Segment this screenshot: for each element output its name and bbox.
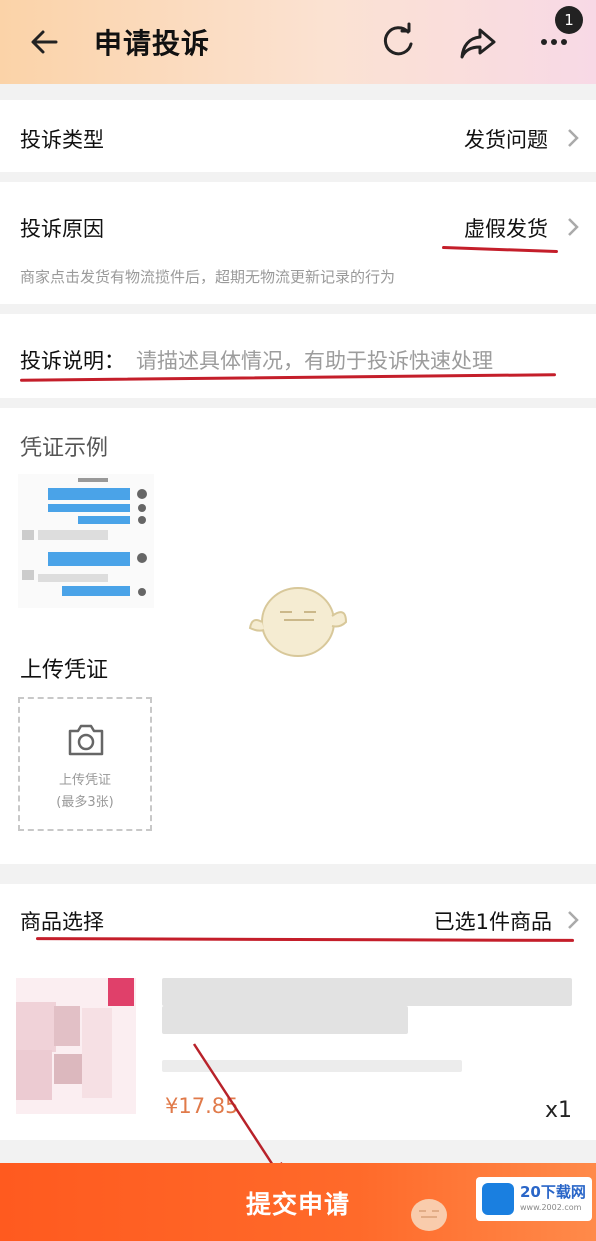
chevron-right-icon — [568, 218, 579, 236]
complaint-reason-row[interactable]: 投诉原因 虚假发货 商家点击发货有物流揽件后，超期无物流更新记录的行为 — [0, 182, 596, 304]
submit-label: 提交申请 — [246, 1190, 351, 1219]
notification-badge: 1 — [555, 6, 583, 34]
app-header: 申请投诉 1 — [0, 0, 596, 84]
complaint-reason-label: 投诉原因 — [20, 217, 104, 241]
product-selection-label: 商品选择 — [20, 910, 104, 934]
complaint-reason-hint: 商家点击发货有物流揽件后，超期无物流更新记录的行为 — [20, 268, 396, 286]
product-thumbnail[interactable] — [16, 978, 136, 1114]
refresh-icon[interactable] — [378, 22, 418, 62]
watermark-logo: 20下载网 www.2002.com — [476, 1177, 592, 1221]
complaint-type-row[interactable]: 投诉类型 发货问题 — [0, 100, 596, 172]
evidence-example-image[interactable] — [18, 474, 154, 608]
back-arrow-icon[interactable] — [26, 24, 62, 60]
complaint-type-value: 发货问题 — [464, 128, 548, 152]
watermark-url: www.2002.com — [520, 1203, 582, 1212]
product-title-redacted — [162, 978, 572, 1006]
submit-button[interactable]: 提交申请 20下载网 www.2002.com — [0, 1163, 596, 1241]
mascot-watermark-icon — [411, 1199, 447, 1231]
upload-evidence-title: 上传凭证 — [20, 658, 109, 683]
annotation-underline — [441, 245, 559, 254]
share-icon[interactable] — [458, 22, 498, 62]
complaint-desc-label: 投诉说明： — [20, 349, 125, 373]
annotation-underline — [35, 937, 575, 942]
upload-evidence-button[interactable]: 上传凭证 (最多3张) — [18, 697, 152, 831]
camera-icon — [68, 724, 104, 756]
complaint-desc-row: 投诉说明： 请描述具体情况，有助于投诉快速处理 — [0, 314, 596, 398]
product-title-redacted — [162, 1006, 408, 1034]
chevron-right-icon — [568, 911, 579, 929]
complaint-reason-value: 虚假发货 — [464, 217, 548, 241]
complaint-desc-input[interactable]: 请描述具体情况，有助于投诉快速处理 — [136, 345, 493, 375]
evidence-example-title: 凭证示例 — [20, 436, 109, 461]
mascot-watermark-icon — [248, 587, 348, 657]
page-title: 申请投诉 — [94, 27, 211, 60]
product-quantity: x1 — [545, 1098, 573, 1123]
watermark-name: 20下载网 — [520, 1183, 586, 1201]
upload-limit: (最多3张) — [56, 795, 114, 810]
cube-icon — [482, 1183, 514, 1215]
product-selection-value[interactable]: 已选1件商品 — [400, 906, 552, 936]
chevron-right-icon — [568, 129, 579, 147]
upload-label: 上传凭证 — [58, 773, 111, 788]
complaint-type-label: 投诉类型 — [20, 128, 104, 152]
